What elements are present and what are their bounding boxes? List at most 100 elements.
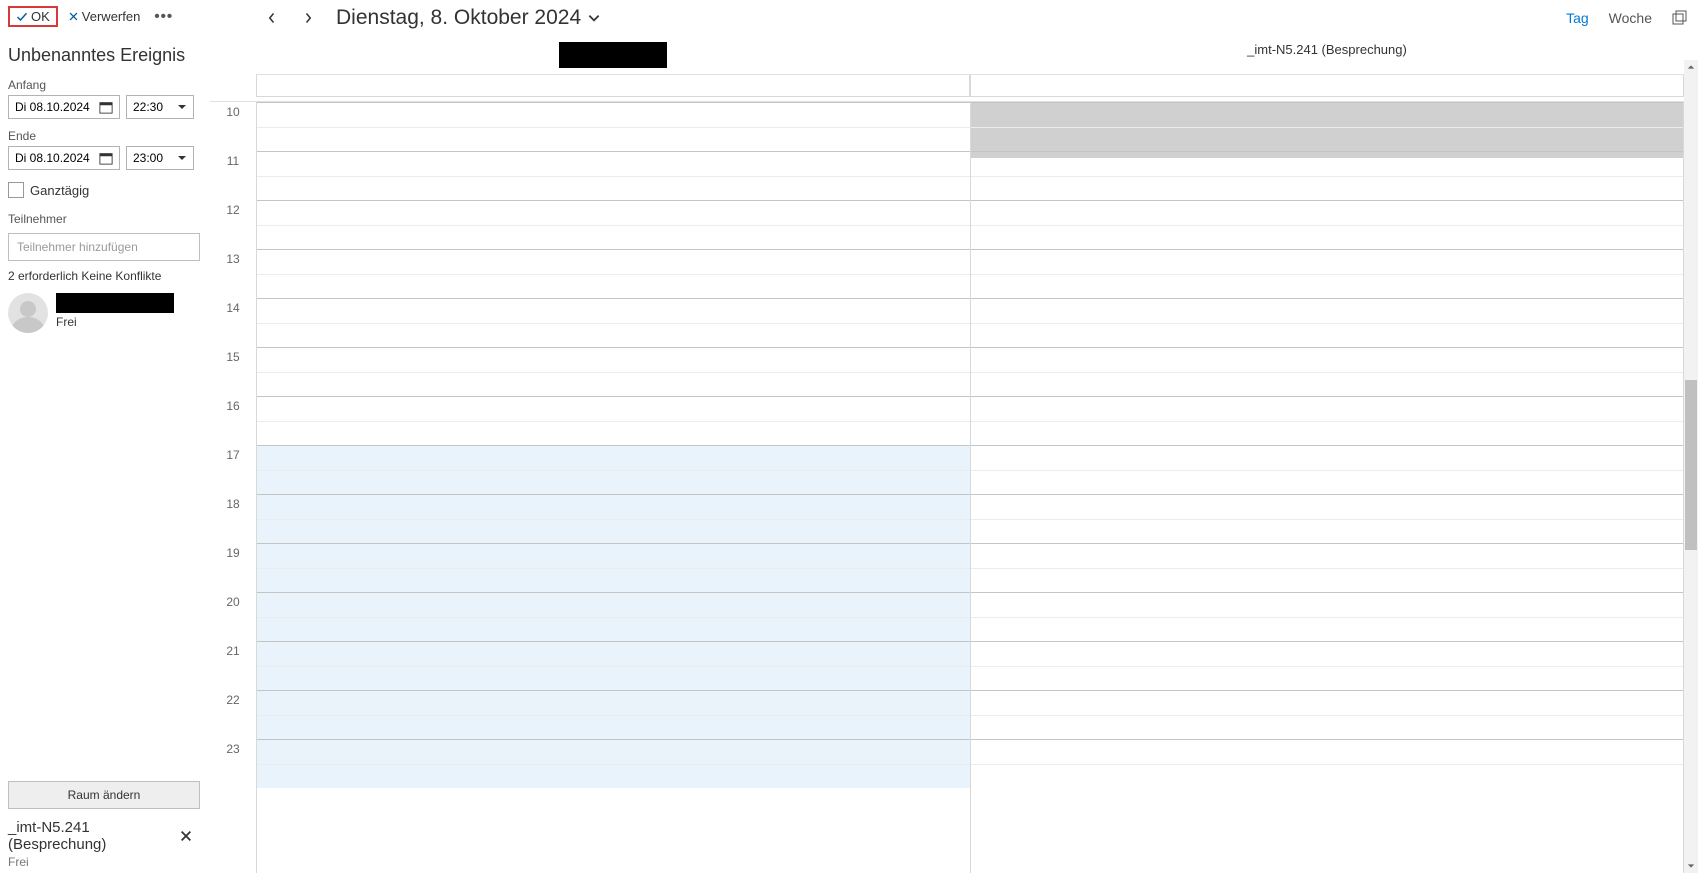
avatar (8, 293, 48, 333)
slot-hour[interactable] (257, 102, 970, 151)
scroll-up-button[interactable] (1684, 60, 1698, 74)
chevron-right-icon (302, 12, 314, 24)
toolbar: OK Verwerfen ••• (8, 4, 201, 35)
end-time-value: 23:00 (133, 151, 177, 165)
time-label: 10 (210, 102, 256, 151)
day-view-button[interactable]: Tag (1560, 10, 1595, 26)
attendee-input[interactable] (8, 233, 200, 261)
slot-hour[interactable] (257, 445, 970, 494)
start-time-value: 22:30 (133, 100, 177, 114)
time-label: 13 (210, 249, 256, 298)
ok-label: OK (31, 9, 50, 24)
attendee-label: Teilnehmer (8, 212, 201, 226)
attendee-status: Frei (56, 315, 174, 329)
time-label: 11 (210, 151, 256, 200)
slot-hour[interactable] (257, 347, 970, 396)
slot-hour[interactable] (971, 592, 1684, 641)
time-label: 16 (210, 396, 256, 445)
date-title-text: Dienstag, 8. Oktober 2024 (336, 6, 581, 30)
start-date-input[interactable]: Di 08.10.2024 (8, 95, 120, 119)
time-label: 14 (210, 298, 256, 347)
slot-hour[interactable] (971, 151, 1684, 200)
end-time-input[interactable]: 23:00 (126, 146, 194, 170)
allday-strip[interactable] (256, 75, 1684, 97)
more-button[interactable]: ••• (150, 8, 177, 25)
slot-hour[interactable] (257, 298, 970, 347)
start-date-value: Di 08.10.2024 (15, 100, 99, 114)
slot-hour[interactable] (971, 298, 1684, 347)
attendee-row: Frei (8, 293, 201, 333)
column-header-redacted (559, 42, 667, 68)
discard-button[interactable]: Verwerfen (64, 8, 145, 25)
check-icon (16, 11, 28, 23)
column-header-2-text: _imt-N5.241 (Besprechung) (1247, 42, 1407, 57)
start-time-input[interactable]: 22:30 (126, 95, 194, 119)
end-label: Ende (8, 129, 201, 143)
slot-hour[interactable] (257, 690, 970, 739)
calendar-main: Dienstag, 8. Oktober 2024 Tag Woche _imt… (210, 0, 1698, 873)
required-count-text: 2 erforderlich Keine Konflikte (8, 269, 201, 283)
time-gutter: 1011121314151617181920212223 (210, 102, 256, 873)
slot-hour[interactable] (257, 641, 970, 690)
slot-hour[interactable] (971, 494, 1684, 543)
change-room-button[interactable]: Raum ändern (8, 781, 200, 809)
calendar-column-2[interactable] (971, 102, 1685, 873)
time-label: 20 (210, 592, 256, 641)
allday-label: Ganztägig (30, 183, 89, 198)
popout-icon[interactable] (1672, 10, 1688, 26)
scroll-down-button[interactable] (1684, 859, 1698, 873)
calendar-grid[interactable]: 1011121314151617181920212223 (210, 101, 1684, 873)
slot-hour[interactable] (257, 592, 970, 641)
calendar-header: Dienstag, 8. Oktober 2024 Tag Woche (210, 0, 1698, 36)
slot-hour[interactable] (257, 249, 970, 298)
remove-room-button[interactable] (179, 829, 193, 843)
slot-hour[interactable] (257, 494, 970, 543)
allday-checkbox[interactable] (8, 182, 24, 198)
chevron-down-icon (587, 11, 601, 25)
calendar-icon (99, 100, 113, 114)
slot-hour[interactable] (971, 249, 1684, 298)
attendee-name-redacted (56, 293, 174, 313)
prev-day-button[interactable] (258, 4, 286, 32)
end-date-value: Di 08.10.2024 (15, 151, 99, 165)
column-header-1 (256, 36, 970, 75)
column-headers: _imt-N5.241 (Besprechung) (256, 36, 1684, 75)
chevron-left-icon (266, 12, 278, 24)
column-header-2: _imt-N5.241 (Besprechung) (970, 36, 1684, 75)
time-label: 21 (210, 641, 256, 690)
time-label: 18 (210, 494, 256, 543)
slot-hour[interactable] (971, 347, 1684, 396)
slot-hour[interactable] (971, 396, 1684, 445)
end-date-input[interactable]: Di 08.10.2024 (8, 146, 120, 170)
scrollbar[interactable] (1684, 60, 1698, 873)
event-title: Unbenanntes Ereignis (8, 45, 201, 66)
x-icon (68, 11, 79, 22)
scroll-thumb[interactable] (1685, 380, 1697, 550)
ok-button[interactable]: OK (8, 6, 58, 27)
week-view-button[interactable]: Woche (1603, 10, 1658, 26)
event-sidebar: OK Verwerfen ••• Unbenanntes Ereignis An… (0, 0, 210, 873)
slot-hour[interactable] (257, 543, 970, 592)
slot-hour[interactable] (971, 543, 1684, 592)
room-status: Frei (8, 855, 201, 869)
next-day-button[interactable] (294, 4, 322, 32)
slot-hour[interactable] (971, 690, 1684, 739)
start-label: Anfang (8, 78, 201, 92)
slot-hour[interactable] (971, 739, 1684, 788)
time-label: 15 (210, 347, 256, 396)
chevron-down-icon (177, 102, 187, 112)
room-name: _imt-N5.241 (Besprechung) (8, 819, 175, 853)
slot-hour[interactable] (971, 641, 1684, 690)
date-title-button[interactable]: Dienstag, 8. Oktober 2024 (336, 6, 601, 30)
calendar-column-1[interactable] (257, 102, 971, 873)
slot-hour[interactable] (257, 396, 970, 445)
slot-hour[interactable] (257, 200, 970, 249)
time-label: 23 (210, 739, 256, 788)
time-label: 19 (210, 543, 256, 592)
slot-hour[interactable] (257, 739, 970, 788)
time-label: 22 (210, 690, 256, 739)
slot-hour[interactable] (257, 151, 970, 200)
slot-hour[interactable] (971, 445, 1684, 494)
slot-hour[interactable] (971, 102, 1684, 151)
slot-hour[interactable] (971, 200, 1684, 249)
